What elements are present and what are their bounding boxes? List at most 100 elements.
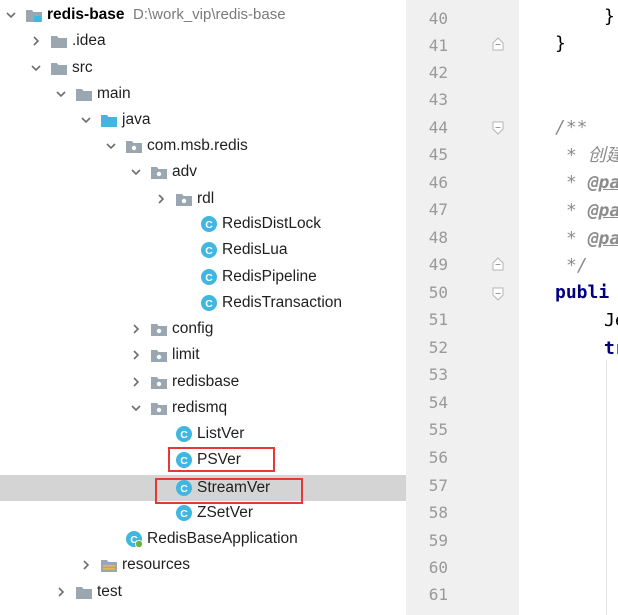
comment-star: * <box>566 228 588 249</box>
folder-icon <box>75 583 93 601</box>
comment-text: 创建 <box>587 145 618 166</box>
tree-node-label: rdl <box>197 190 215 207</box>
line-number: 46 <box>428 173 448 192</box>
line-number: 53 <box>428 365 448 384</box>
resources-folder-icon <box>100 556 118 574</box>
indent-guide <box>606 360 607 615</box>
fold-marker-icon[interactable] <box>492 257 504 271</box>
tree-node[interactable]: adv <box>0 159 406 185</box>
javadoc-tag: @pa <box>587 200 618 221</box>
svg-text:C: C <box>205 245 213 257</box>
package-icon <box>175 190 193 208</box>
tree-node-label: RedisTransaction <box>222 294 343 311</box>
package-icon <box>150 346 168 364</box>
tree-node[interactable]: src <box>0 55 406 81</box>
tree-node[interactable]: limit <box>0 342 406 368</box>
code-line-44[interactable]: /** <box>555 117 588 139</box>
chevron-down-icon[interactable] <box>56 89 66 99</box>
line-number: 58 <box>428 503 448 522</box>
line-number: 45 <box>428 145 448 164</box>
line-number: 55 <box>428 420 448 439</box>
tree-node[interactable]: C RedisTransaction <box>0 290 406 316</box>
line-number: 44 <box>428 118 448 137</box>
chevron-right-icon[interactable] <box>56 587 66 597</box>
tree-node[interactable]: java <box>0 107 406 133</box>
code-line-49[interactable]: */ <box>566 255 588 277</box>
chevron-right-icon[interactable] <box>131 377 141 387</box>
fold-marker-icon[interactable] <box>492 37 504 51</box>
tree-node[interactable]: com.msb.redis <box>0 133 406 159</box>
tree-node[interactable]: C RedisBaseApplication <box>0 526 406 552</box>
svg-text:C: C <box>205 272 213 284</box>
folder-icon <box>75 85 93 103</box>
code-line-46[interactable]: * @pa <box>566 172 618 194</box>
package-icon <box>150 320 168 338</box>
javadoc-tag: @pa <box>587 228 618 249</box>
tree-node-label: redisbase <box>172 373 240 390</box>
tree-node-label: src <box>72 59 93 76</box>
highlight-box <box>168 447 275 472</box>
tree-node[interactable]: resources <box>0 552 406 578</box>
chevron-down-icon[interactable] <box>6 10 16 20</box>
line-number: 59 <box>428 531 448 550</box>
line-number: 51 <box>428 310 448 329</box>
spring-boot-class-icon: C <box>125 530 143 548</box>
tree-node-label: ZSetVer <box>197 504 253 521</box>
code-line-47[interactable]: * @pa <box>566 200 618 222</box>
code-editor[interactable]: 40 41 42 43 44 45 46 47 48 49 50 51 52 53 54 55 56 57 58 59… <box>406 0 618 615</box>
chevron-down-icon[interactable] <box>131 403 141 413</box>
tree-node[interactable]: C ListVer <box>0 421 406 447</box>
comment-star: * <box>566 200 588 221</box>
fold-marker-icon[interactable] <box>492 287 504 301</box>
tree-node[interactable]: C RedisLua <box>0 237 406 263</box>
tree-node-label: resources <box>122 556 191 573</box>
chevron-right-icon[interactable] <box>131 324 141 334</box>
chevron-down-icon[interactable] <box>131 167 141 177</box>
tree-node[interactable]: .idea <box>0 28 406 54</box>
tree-node-label: RedisBaseApplication <box>147 530 298 547</box>
tree-node[interactable]: C RedisPipeline <box>0 264 406 290</box>
chevron-right-icon[interactable] <box>156 194 166 204</box>
tree-node[interactable]: redis-base D:\work_vip\redis-base <box>0 2 406 28</box>
tree-node-label: config <box>172 320 214 337</box>
java-class-icon: C <box>200 294 218 312</box>
java-class-icon: C <box>175 425 193 443</box>
line-number: 52 <box>428 338 448 357</box>
comment-star: * <box>566 172 588 193</box>
chevron-right-icon[interactable] <box>131 350 141 360</box>
chevron-down-icon[interactable] <box>31 63 41 73</box>
tree-node[interactable]: redismq <box>0 395 406 421</box>
code-line-41[interactable]: } <box>555 33 566 55</box>
code-line-51[interactable]: Je <box>604 310 618 332</box>
svg-text:C: C <box>205 298 213 310</box>
svg-text:C: C <box>180 429 188 441</box>
chevron-right-icon[interactable] <box>81 560 91 570</box>
line-number: 48 <box>428 228 448 247</box>
chevron-down-icon[interactable] <box>81 115 91 125</box>
tree-node-label: main <box>97 85 131 102</box>
tree-node[interactable]: test <box>0 579 406 605</box>
chevron-right-icon[interactable] <box>31 36 41 46</box>
tree-node[interactable]: C RedisDistLock <box>0 211 406 237</box>
comment-star: * <box>566 145 588 166</box>
tree-node[interactable]: config <box>0 316 406 342</box>
folder-icon <box>50 59 68 77</box>
line-number: 49 <box>428 255 448 274</box>
code-line-52[interactable]: tr <box>604 338 618 360</box>
code-line-45[interactable]: * 创建 <box>566 145 618 167</box>
tree-node-label: limit <box>172 346 200 363</box>
tree-node[interactable]: rdl <box>0 186 406 212</box>
package-icon <box>125 137 143 155</box>
tree-node[interactable]: main <box>0 81 406 107</box>
source-folder-icon <box>100 111 118 129</box>
code-line-48[interactable]: * @pa <box>566 228 618 250</box>
svg-text:C: C <box>205 219 213 231</box>
chevron-down-icon[interactable] <box>106 141 116 151</box>
tree-node-label: adv <box>172 163 197 180</box>
tree-node-label: redismq <box>172 399 228 416</box>
tree-node[interactable]: redisbase <box>0 369 406 395</box>
package-icon <box>150 399 168 417</box>
code-line-50[interactable]: publi <box>555 282 609 304</box>
code-line-40[interactable]: } <box>604 6 615 28</box>
fold-marker-icon[interactable] <box>492 121 504 135</box>
